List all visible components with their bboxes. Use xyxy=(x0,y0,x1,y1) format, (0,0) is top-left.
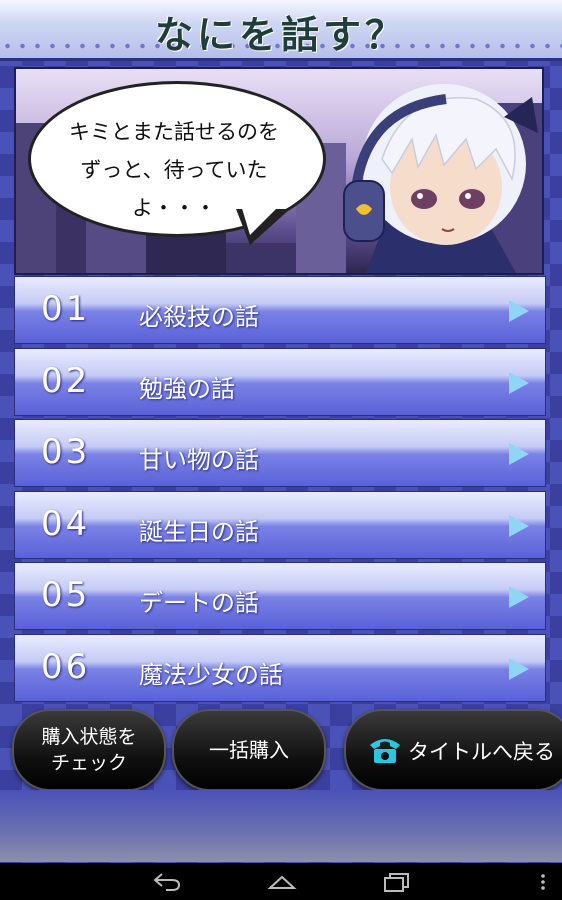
header-bar: なにを話す？ xyxy=(0,0,562,61)
back-arrow-icon[interactable] xyxy=(152,871,182,893)
character-illustration xyxy=(343,84,538,273)
topic-item-02[interactable]: 02 勉強の話 xyxy=(14,347,546,416)
character-banner: キミとまた話せるのを ずっと、待っていたよ・・・ xyxy=(14,67,544,275)
recents-icon[interactable] xyxy=(382,871,412,893)
phone-icon xyxy=(370,739,400,763)
topic-label: 勉強の話 xyxy=(139,374,235,403)
play-arrow-icon xyxy=(509,657,529,680)
check-button-label: 購入状態を チェック xyxy=(14,711,164,776)
speech-line-2: ずっと、待っていたよ・・・ xyxy=(80,158,268,220)
topic-number: 01 xyxy=(41,289,91,329)
system-nav-bar xyxy=(0,863,562,900)
topic-item-06[interactable]: 06 魔法少女の話 xyxy=(14,633,546,702)
overflow-menu-icon[interactable] xyxy=(538,871,548,893)
lower-background xyxy=(0,790,562,862)
play-arrow-icon xyxy=(509,443,529,465)
page-title: なにを話す？ xyxy=(154,13,407,57)
back-to-title-label: タイトルへ戻る xyxy=(408,740,555,764)
topic-label: 必殺技の話 xyxy=(139,303,259,331)
back-to-title-button[interactable]: タイトルへ戻る xyxy=(344,709,562,791)
topic-item-03[interactable]: 03 甘い物の話 xyxy=(14,419,546,487)
check-button-line-1: 購入状態を xyxy=(41,726,137,748)
speech-text: キミとまた話せるのを ずっと、待っていたよ・・・ xyxy=(48,113,300,227)
play-arrow-icon xyxy=(509,300,529,322)
check-button-line-2: チェック xyxy=(50,752,127,774)
topic-item-01[interactable]: 01 必殺技の話 xyxy=(14,276,546,344)
buy-all-button[interactable]: 一括購入 xyxy=(172,709,326,791)
buy-all-label: 一括購入 xyxy=(209,738,289,762)
speech-line-1: キミとまた話せるのを xyxy=(69,120,279,144)
topic-number: 04 xyxy=(41,503,91,544)
play-arrow-icon xyxy=(509,586,529,608)
topic-menu: 01 必殺技の話 02 勉強の話 03 甘い物の話 04 誕生日の話 05 デー… xyxy=(14,276,546,705)
topic-item-05[interactable]: 05 デートの話 xyxy=(14,562,546,630)
topic-number: 03 xyxy=(41,432,91,472)
topic-label: デートの話 xyxy=(139,589,259,617)
home-icon[interactable] xyxy=(267,871,297,893)
play-arrow-icon xyxy=(509,514,529,537)
topic-number: 06 xyxy=(41,646,91,687)
play-arrow-icon xyxy=(509,371,529,394)
check-purchase-status-button[interactable]: 購入状態を チェック xyxy=(12,709,166,791)
topic-item-04[interactable]: 04 誕生日の話 xyxy=(14,490,546,559)
topic-label: 甘い物の話 xyxy=(139,446,259,474)
topic-label: 魔法少女の話 xyxy=(139,660,283,689)
topic-number: 02 xyxy=(41,360,91,401)
topic-label: 誕生日の話 xyxy=(139,517,259,546)
city-building xyxy=(146,233,226,273)
topic-number: 05 xyxy=(41,575,91,615)
